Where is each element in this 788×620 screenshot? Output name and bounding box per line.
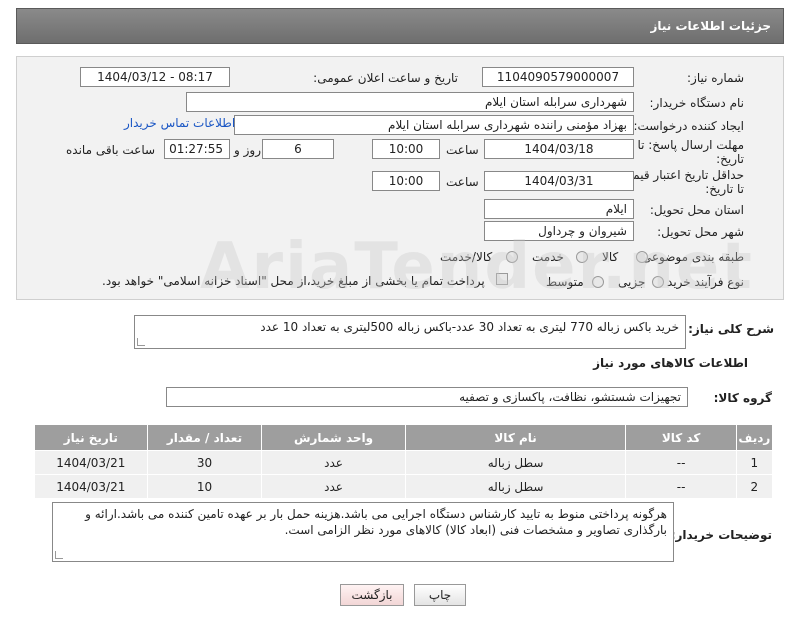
buyer-notes-label: توضیحات خریدار: [670, 528, 772, 542]
goods-table: ردیف کد کالا نام کالا واحد شمارش تعداد /… [34, 424, 774, 499]
goods-group-label: گروه کالا: [713, 391, 772, 405]
need-number-field: 1104090579000007 [482, 67, 634, 87]
cell-code: -- [625, 450, 737, 475]
buyer-org-field: شهرداری سرابله استان ایلام [186, 92, 634, 112]
col-unit: واحد شمارش [261, 424, 406, 451]
description-textarea: خرید باکس زباله 770 لیتری به تعداد 30 عد… [134, 315, 686, 349]
cell-name: سطل زباله [404, 450, 627, 475]
announce-field: 1404/03/12 - 08:17 [80, 67, 230, 87]
need-number-label: شماره نیاز: [687, 71, 744, 85]
print-button[interactable]: چاپ [414, 584, 466, 606]
deadline-time-label: ساعت [446, 143, 479, 157]
page-title: جزئیات اطلاعات نیاز [650, 19, 771, 33]
cell-qty: 10 [146, 474, 263, 499]
watermark-logo: AriaTender.net [200, 230, 754, 304]
buyer-notes-text: هرگونه پرداختی منوط به تایید کارشناس دست… [85, 507, 667, 537]
cell-date: 1404/03/21 [34, 474, 148, 499]
cell-row: 1 [735, 450, 774, 475]
cell-name: سطل زباله [404, 474, 627, 499]
description-text: خرید باکس زباله 770 لیتری به تعداد 30 عد… [260, 320, 679, 334]
page-header: جزئیات اطلاعات نیاز [16, 8, 784, 44]
requester-field: بهزاد مؤمنی راننده شهرداری سرابله استان … [234, 115, 634, 135]
announce-label: تاریخ و ساعت اعلان عمومی: [313, 71, 458, 85]
buyer-org-label: نام دستگاه خریدار: [649, 96, 745, 110]
cell-unit: عدد [261, 450, 406, 475]
province-field: ایلام [484, 199, 634, 219]
price-date-field: 1404/03/31 [484, 171, 634, 191]
price-validity-label-date: تا تاریخ: [705, 182, 744, 196]
buyer-contact-link[interactable]: اطلاعات تماس خریدار [124, 116, 235, 130]
remaining-time-field: 01:27:55 [164, 139, 230, 159]
col-row: ردیف [735, 424, 774, 451]
days-remaining-field: 6 [262, 139, 334, 159]
deadline-label: مهلت ارسال پاسخ: تا [637, 138, 744, 152]
table-row: 1 -- سطل زباله عدد 30 1404/03/21 [34, 450, 774, 475]
resize-grip-icon[interactable] [55, 551, 63, 559]
col-name: نام کالا [404, 424, 627, 451]
col-code: کد کالا [625, 424, 737, 451]
cell-date: 1404/03/21 [34, 450, 148, 475]
goods-section-title: اطلاعات کالاهای مورد نیاز [593, 356, 748, 370]
requester-label: ایجاد کننده درخواست: [633, 119, 744, 133]
cell-qty: 30 [146, 450, 263, 475]
resize-grip-icon[interactable] [137, 338, 145, 346]
goods-group-field: تجهیزات شستشو، نظافت، پاکسازی و تصفیه [166, 387, 688, 407]
deadline-time-field: 10:00 [372, 139, 440, 159]
back-button[interactable]: بازگشت [340, 584, 404, 606]
cell-code: -- [625, 474, 737, 499]
buyer-notes-textarea: هرگونه پرداختی منوط به تایید کارشناس دست… [52, 502, 674, 562]
days-label: روز و [234, 143, 261, 157]
deadline-date-field: 1404/03/18 [484, 139, 634, 159]
col-qty: تعداد / مقدار [146, 424, 263, 451]
deadline-label-date: تاریخ: [716, 152, 744, 166]
description-label: شرح کلی نیاز: [688, 322, 774, 336]
cell-unit: عدد [261, 474, 406, 499]
price-time-field: 10:00 [372, 171, 440, 191]
goods-table-header: ردیف کد کالا نام کالا واحد شمارش تعداد /… [34, 424, 774, 451]
remaining-label: ساعت باقی مانده [66, 143, 156, 157]
price-time-label: ساعت [446, 175, 479, 189]
price-validity-label: حداقل تاریخ اعتبار قیمت: [617, 168, 744, 182]
cell-row: 2 [735, 474, 774, 499]
col-date: تاریخ نیاز [34, 424, 148, 451]
table-row: 2 -- سطل زباله عدد 10 1404/03/21 [34, 474, 774, 499]
province-label: استان محل تحویل: [649, 203, 744, 217]
